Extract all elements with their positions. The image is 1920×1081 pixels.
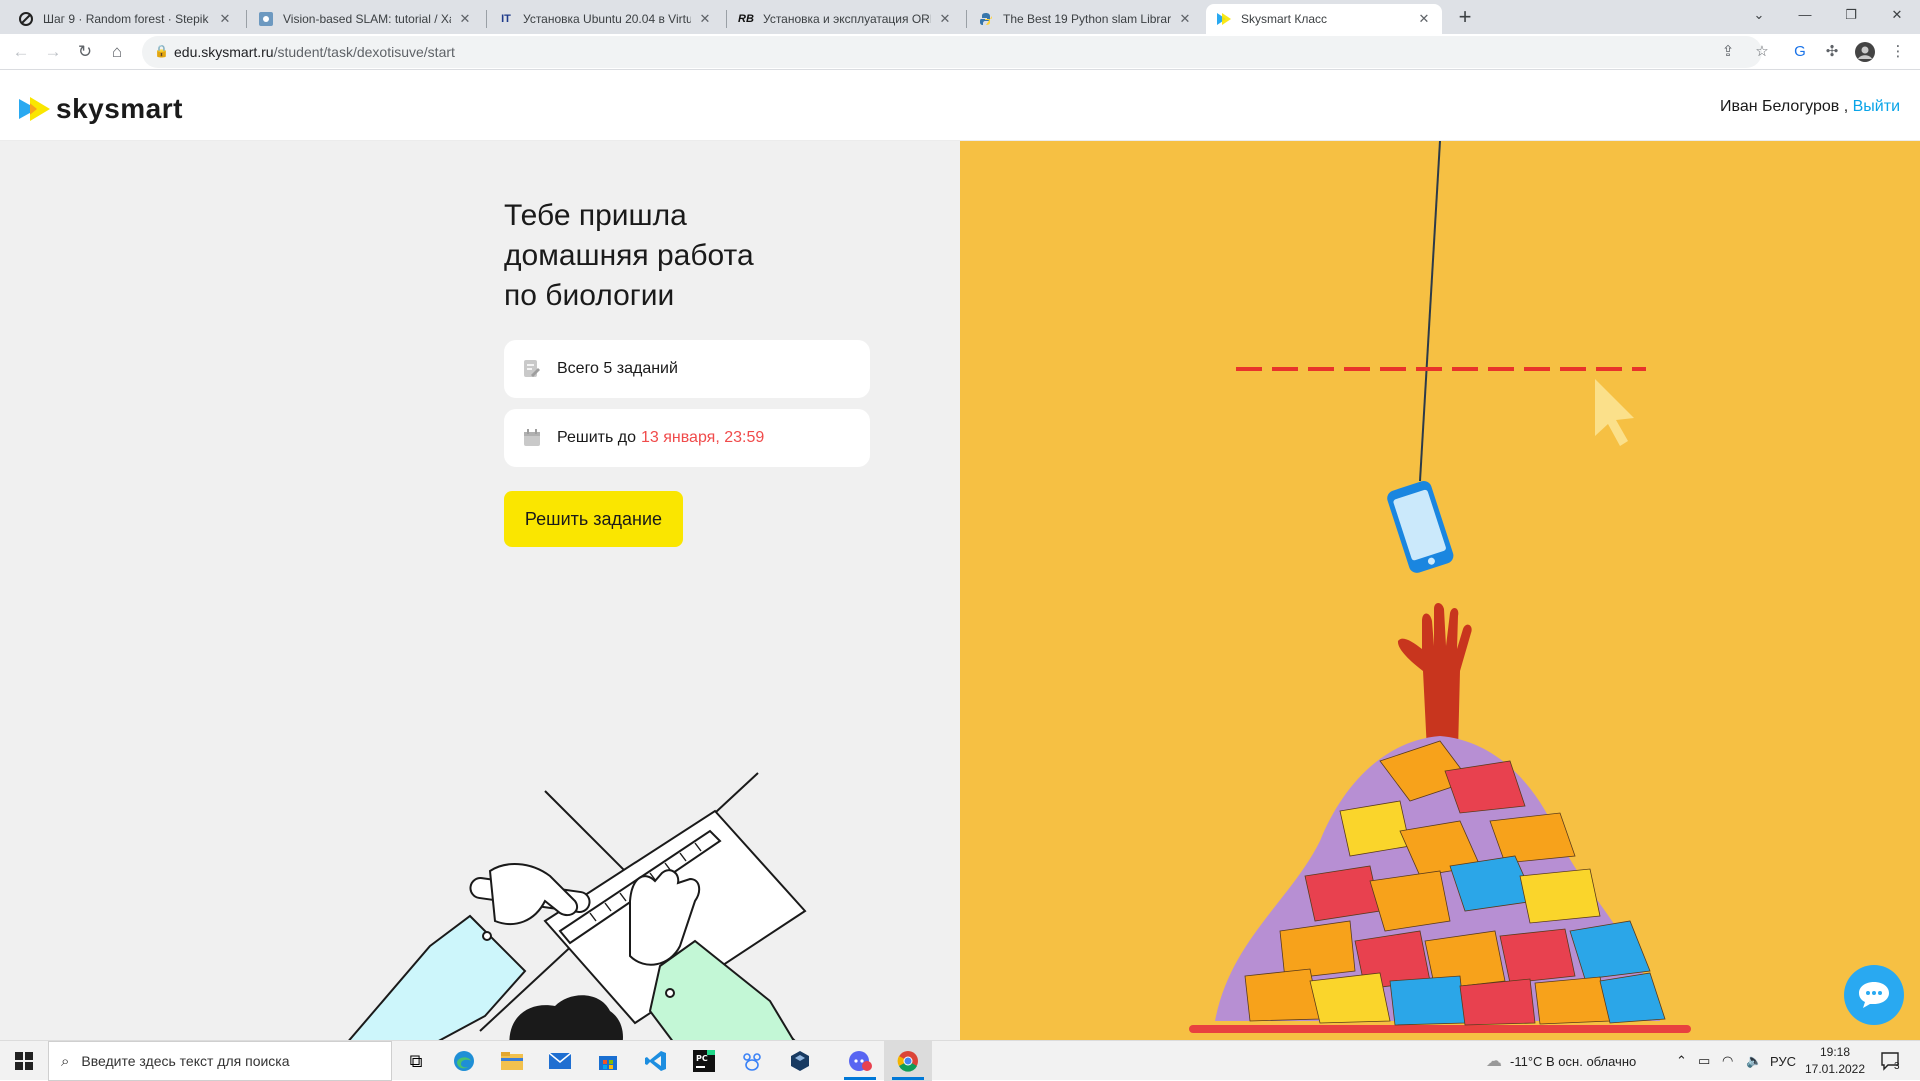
hands-ruler-illustration [348, 772, 807, 1040]
search-icon: ⌕ [61, 1052, 70, 1070]
task-view-icon[interactable]: ⧉ [392, 1041, 440, 1081]
it-icon: IT [501, 13, 511, 25]
forward-arrow-icon[interactable]: → [41, 40, 65, 64]
extensions-puzzle-icon[interactable]: ✣ [1822, 42, 1842, 62]
notification-count: 3 [1894, 1060, 1900, 1072]
solve-task-button[interactable]: Решить задание [504, 491, 683, 547]
user-name: Иван Белогуров , [1720, 98, 1849, 115]
notification-center-icon[interactable]: 3 [1880, 1041, 1900, 1081]
tab-skysmart[interactable]: Skysmart Класс ✕ [1206, 4, 1442, 34]
deadline-value: 13 января, 23:59 [640, 429, 765, 446]
cursor-arrow-icon [1595, 379, 1634, 446]
tab-python-slam[interactable]: The Best 19 Python slam Librarie ✕ [968, 4, 1203, 34]
bookmark-star-icon[interactable]: ☆ [1752, 42, 1772, 62]
task-count-card: Всего 5 заданий [504, 340, 870, 398]
close-tab-icon[interactable]: ✕ [1416, 11, 1432, 27]
language-indicator[interactable]: РУС [1770, 1041, 1796, 1081]
paw-app-icon[interactable] [728, 1041, 776, 1081]
deadline-prefix: Решить до [557, 429, 636, 446]
phone-icon [1387, 481, 1454, 573]
task-count-label: Всего 5 заданий [557, 360, 678, 377]
skysmart-logo[interactable]: skysmart [19, 93, 183, 125]
calendar-icon [522, 428, 542, 448]
skysmart-icon [1216, 11, 1232, 27]
user-info: Иван Белогуров , Выйти [1720, 98, 1900, 116]
stepik-icon [18, 11, 34, 27]
browser-menu-icon[interactable]: ⋮ [1888, 42, 1908, 62]
edge-browser-icon[interactable] [440, 1041, 488, 1081]
discord-icon[interactable] [836, 1041, 884, 1081]
file-explorer-icon[interactable] [488, 1041, 536, 1081]
taskbar-search-box[interactable]: ⌕ Введите здесь текст для поиска [48, 1041, 392, 1081]
url-path: /student/task/dexotisuve/start [273, 44, 455, 60]
chat-bubble-icon [1859, 982, 1889, 1008]
illustration-panel [960, 141, 1920, 1040]
vscode-icon[interactable] [632, 1041, 680, 1081]
mail-icon[interactable] [536, 1041, 584, 1081]
tab-orb-slam[interactable]: RB Установка и эксплуатация ORB- ✕ [728, 4, 963, 34]
new-tab-button[interactable]: + [1451, 4, 1479, 32]
books-pile-illustration [1189, 141, 1691, 1033]
minimize-button[interactable]: — [1782, 0, 1828, 30]
reload-icon[interactable]: ↻ [73, 40, 97, 64]
rb-icon: RB [738, 13, 754, 25]
python-icon [978, 11, 994, 27]
show-hidden-icons-icon[interactable]: ⌃ [1676, 1041, 1687, 1081]
url-domain: edu.skysmart.ru [174, 44, 274, 60]
close-tab-icon[interactable]: ✕ [457, 11, 473, 27]
meet-now-icon[interactable]: ▭ [1698, 1041, 1710, 1081]
address-bar[interactable]: 🔒 edu.skysmart.ru/student/task/dexotisuv… [142, 36, 1762, 68]
svg-text:PC: PC [696, 1054, 708, 1063]
close-window-button[interactable]: ✕ [1874, 0, 1920, 30]
windows-logo-icon [15, 1052, 33, 1070]
habr-icon [258, 11, 274, 27]
close-tab-icon[interactable]: ✕ [217, 11, 233, 27]
volume-icon[interactable]: 🔈 [1746, 1041, 1762, 1081]
browser-tab-strip: Шаг 9 · Random forest · Stepik ✕ Vision-… [0, 0, 1920, 34]
tab-search-icon[interactable]: ⌄ [1736, 0, 1782, 30]
search-placeholder: Введите здесь текст для поиска [81, 1053, 290, 1069]
translate-icon[interactable]: G [1790, 42, 1810, 62]
chat-support-button[interactable] [1844, 965, 1904, 1025]
share-icon[interactable]: ⇪ [1718, 42, 1738, 62]
task-info-panel: Тебе пришла домашняя работа по биологии … [0, 141, 960, 1040]
cloud-icon: ☁ [1486, 1053, 1502, 1070]
virtualbox-icon[interactable] [776, 1041, 824, 1081]
deadline-card: Решить до 13 января, 23:59 [504, 409, 870, 467]
page-title: Тебе пришла домашняя работа по биологии [504, 199, 754, 312]
browser-toolbar: ← → ↻ ⌂ 🔒 edu.skysmart.ru/student/task/d… [0, 34, 1920, 70]
home-icon[interactable]: ⌂ [105, 40, 129, 64]
close-tab-icon[interactable]: ✕ [697, 11, 713, 27]
tab-slam-tutorial[interactable]: Vision-based SLAM: tutorial / Xa ✕ [248, 4, 483, 34]
site-header: skysmart Иван Белогуров , Выйти [0, 70, 1920, 141]
close-tab-icon[interactable]: ✕ [1177, 11, 1193, 27]
restore-button[interactable]: ❐ [1828, 0, 1874, 30]
skysmart-logo-mark-icon [19, 97, 50, 121]
close-tab-icon[interactable]: ✕ [937, 11, 953, 27]
network-icon[interactable]: ◠ [1722, 1041, 1733, 1081]
windows-taskbar: ⌕ Введите здесь текст для поиска ⧉ PC ☁ … [0, 1040, 1920, 1081]
chrome-icon[interactable] [884, 1041, 932, 1081]
weather-widget[interactable]: ☁ -11°C В осн. облачно [1486, 1041, 1636, 1081]
document-edit-icon [522, 359, 542, 379]
profile-avatar-icon[interactable] [1855, 42, 1875, 62]
lock-icon: 🔒 [154, 44, 169, 58]
pycharm-icon[interactable]: PC [680, 1041, 728, 1081]
microsoft-store-icon[interactable] [584, 1041, 632, 1081]
tab-stepik[interactable]: Шаг 9 · Random forest · Stepik ✕ [8, 4, 243, 34]
windows-start-button[interactable] [0, 1041, 48, 1081]
logout-link[interactable]: Выйти [1853, 98, 1900, 115]
back-arrow-icon[interactable]: ← [9, 40, 33, 64]
tab-ubuntu-install[interactable]: IT Установка Ubuntu 20.04 в Virtua ✕ [488, 4, 723, 34]
system-clock[interactable]: 19:18 17.01.2022 [1800, 1044, 1870, 1078]
